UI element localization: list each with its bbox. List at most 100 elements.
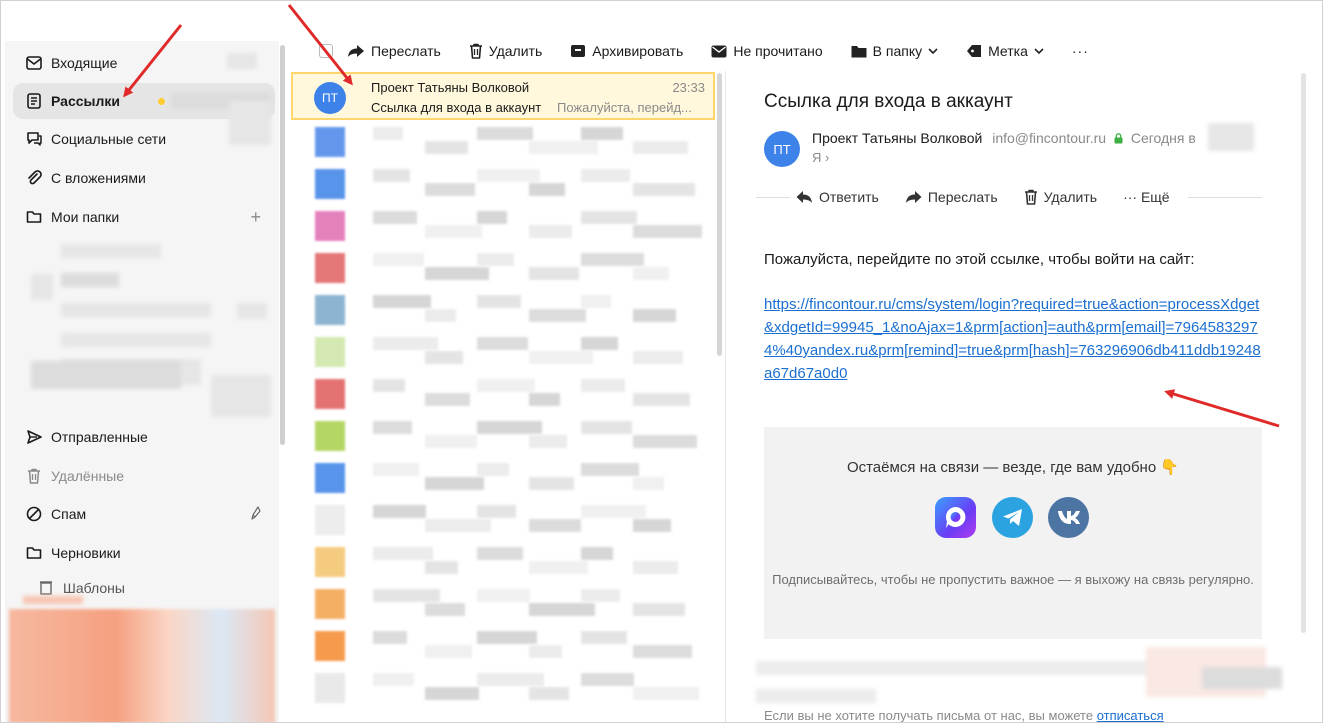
label-button[interactable]: Метка	[966, 43, 1044, 59]
recipient[interactable]: Я ›	[812, 150, 829, 165]
blurred-text	[373, 127, 403, 140]
unsubscribe-line: Если вы не хотите получать письма от нас…	[764, 708, 1164, 722]
blurred-text	[529, 519, 581, 532]
unread-label: Не прочитано	[733, 43, 823, 59]
blurred-text	[477, 505, 516, 518]
blurred-time	[1208, 123, 1254, 151]
message-sender: Проект Татьяны Волковой	[371, 80, 530, 95]
blurred-text	[633, 309, 676, 322]
folder-label: Мои папки	[51, 209, 120, 225]
blurred-promo-text	[23, 596, 83, 604]
blurred-text	[425, 603, 465, 616]
more-actions-button[interactable]: ··· Ещё	[1123, 189, 1170, 205]
forward-message-button[interactable]: Переслать	[905, 189, 998, 205]
folder-deleted[interactable]: Удалённые	[13, 458, 275, 494]
message-row-selected[interactable]: ПТ Проект Татьяны Волковой 23:33 Ссылка …	[291, 72, 715, 120]
folder-icon	[25, 208, 43, 226]
message-title: Ссылка для входа в аккаунт	[764, 91, 1013, 112]
telegram-icon[interactable]	[992, 497, 1033, 538]
lock-icon	[1114, 133, 1123, 144]
clean-spam-icon[interactable]	[251, 506, 263, 523]
select-all-checkbox[interactable]	[319, 44, 333, 58]
message-time: 23:33	[672, 80, 705, 95]
sender-name[interactable]: Проект Татьяны Волковой	[812, 130, 982, 146]
blurred-text	[633, 561, 678, 574]
login-link[interactable]: https://fincontour.ru/cms/system/login?r…	[764, 293, 1264, 385]
blurred-text	[373, 379, 405, 392]
blurred-avatar	[315, 295, 345, 325]
sidebar-scrollbar[interactable]	[280, 45, 285, 445]
blurred-text	[529, 351, 593, 364]
blurred-text	[477, 253, 514, 266]
envelope-icon	[711, 45, 727, 57]
blurred-text	[477, 295, 521, 308]
more-icon[interactable]: ···	[1072, 43, 1089, 59]
delete-message-button[interactable]: Удалить	[1024, 189, 1097, 205]
blurred-subfolder	[61, 303, 211, 317]
unsubscribe-link[interactable]: отписаться	[1097, 708, 1164, 722]
folder-sent[interactable]: Отправленные	[13, 419, 275, 455]
blurred-count	[227, 53, 257, 69]
blurred-text	[529, 393, 560, 406]
blurred-avatar	[315, 673, 345, 703]
sender-email[interactable]: info@fincontour.ru	[992, 130, 1106, 146]
blurred-footer	[756, 661, 1176, 675]
blurred-avatar	[315, 547, 345, 577]
vk-icon[interactable]	[1048, 497, 1089, 538]
social-title: Остаёмся на связи — везде, где вам удобн…	[846, 459, 1180, 476]
blurred-text	[425, 183, 475, 196]
max-messenger-icon[interactable]	[935, 497, 976, 538]
folder-drafts[interactable]: Черновики	[13, 535, 275, 571]
archive-button[interactable]: Архивировать	[570, 43, 683, 59]
blurred-text	[581, 589, 620, 602]
blurred-text	[425, 267, 489, 280]
folder-label: Спам	[51, 506, 87, 522]
blurred-text	[633, 183, 695, 196]
folder-spam[interactable]: Спам	[13, 496, 275, 532]
message-body-text: Пожалуйста, перейдите по этой ссылке, чт…	[764, 251, 1195, 268]
blurred-avatar	[315, 169, 345, 199]
inbox-icon	[25, 54, 43, 72]
promo-banner[interactable]	[9, 609, 275, 722]
folder-label: С вложениями	[51, 170, 146, 186]
add-folder-icon[interactable]: +	[250, 207, 261, 228]
blurred-avatar	[315, 463, 345, 493]
mark-unread-button[interactable]: Не прочитано	[711, 43, 823, 59]
message-list-scrollbar[interactable]	[717, 73, 722, 356]
blurred-text	[581, 463, 639, 476]
blurred-text	[581, 505, 646, 518]
blurred-text	[373, 631, 407, 644]
forward-button[interactable]: Переслать	[347, 43, 441, 59]
blurred-avatar	[315, 421, 345, 451]
blurred-text	[581, 421, 632, 434]
delete-button[interactable]: Удалить	[469, 43, 542, 59]
blurred-text	[425, 309, 456, 322]
folder-label: Входящие	[51, 55, 118, 71]
forward-icon	[905, 191, 922, 203]
forward-label: Переслать	[927, 189, 998, 205]
folder-attachments[interactable]: С вложениями	[13, 160, 275, 196]
blurred-text	[633, 435, 697, 448]
blurred-text	[529, 561, 588, 574]
blurred-text	[373, 547, 433, 560]
move-to-folder-button[interactable]: В папку	[851, 43, 938, 59]
folder-label: Социальные сети	[51, 131, 167, 147]
chevron-down-icon	[928, 47, 938, 54]
trash-icon	[1024, 189, 1037, 205]
blurred-text	[529, 267, 579, 280]
archive-label: Архивировать	[592, 43, 684, 59]
reading-pane-scrollbar[interactable]	[1301, 73, 1306, 633]
blurred-text	[477, 127, 533, 140]
blurred-avatar	[315, 589, 345, 619]
tag-icon	[967, 45, 982, 57]
reply-button[interactable]: Ответить	[796, 189, 879, 205]
blurred-text	[529, 435, 567, 448]
blurred-text	[529, 477, 574, 490]
blurred-text	[425, 435, 477, 448]
blurred-text	[633, 351, 683, 364]
label-label: Метка	[988, 43, 1028, 59]
blurred-text	[425, 351, 463, 364]
folder-my-folders[interactable]: Мои папки +	[13, 199, 275, 235]
blurred-text	[633, 687, 699, 700]
blurred-text	[529, 225, 572, 238]
